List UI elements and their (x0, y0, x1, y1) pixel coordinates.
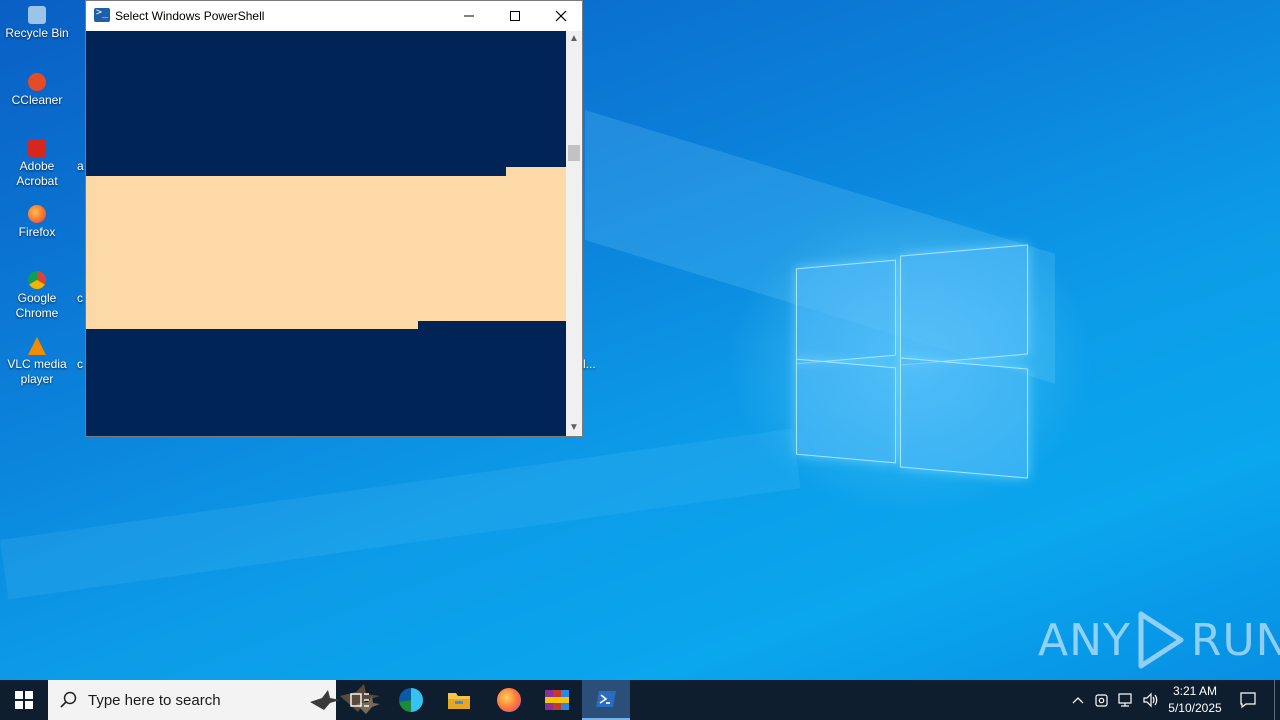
desktop-icon-label-partial: c (77, 357, 83, 371)
desktop-icon-label-partial: a (77, 159, 84, 173)
folder-icon (448, 693, 470, 709)
desktop-icon-label: Adobe Acrobat (16, 159, 58, 188)
logo-pane (796, 259, 896, 365)
taskbar-search-box[interactable]: Type here to search (48, 680, 380, 720)
desktop-icon-label: Recycle Bin (5, 26, 69, 40)
console-area[interactable] (86, 31, 566, 436)
volume-icon (1143, 692, 1158, 708)
tray-meet-now-button[interactable] (1092, 680, 1112, 720)
winrar-icon (545, 690, 569, 710)
edge-icon (399, 688, 423, 712)
tray-volume-button[interactable] (1140, 680, 1162, 720)
taskbar-app-winrar[interactable] (533, 680, 581, 720)
taskbar-app-firefox[interactable] (485, 680, 533, 720)
desktop-icon-label-partial: c (77, 291, 83, 305)
show-hidden-icons-button[interactable] (1068, 680, 1088, 720)
network-icon (1118, 693, 1132, 707)
clock-time: 3:21 AM (1172, 684, 1218, 698)
search-placeholder: Type here to search (88, 692, 221, 709)
logo-pane (900, 244, 1028, 366)
ccleaner-icon (28, 73, 46, 91)
action-center-button[interactable] (1234, 680, 1262, 720)
logo-pane (796, 358, 896, 464)
taskbar-clock[interactable]: 3:21 AM 5/10/2025 (1164, 683, 1226, 717)
powershell-icon (596, 691, 616, 707)
scroll-up-arrow-icon[interactable]: ▲ (566, 31, 582, 47)
light-beam (0, 428, 801, 600)
close-button[interactable] (538, 1, 584, 31)
taskbar-app-file-explorer[interactable] (435, 680, 483, 720)
chevron-up-icon (1072, 697, 1084, 704)
play-logo-icon (1138, 611, 1184, 669)
scrollbar-thumb[interactable] (568, 145, 580, 161)
windows-start-icon (15, 691, 33, 709)
selection-highlight (86, 176, 566, 321)
search-icon (60, 691, 77, 708)
desktop-icon-google-chrome[interactable]: Google Chrome (0, 271, 74, 321)
notification-icon (1240, 692, 1256, 709)
start-button[interactable] (0, 680, 48, 720)
task-view-button[interactable] (336, 680, 384, 720)
desktop-icon-recycle-bin[interactable]: Recycle Bin (0, 6, 74, 41)
maximize-icon (510, 11, 520, 21)
desktop-icon-label: Google Chrome (15, 291, 59, 320)
firefox-icon (497, 688, 521, 712)
watermark-text-left: ANY (1038, 614, 1131, 666)
windows-logo (796, 242, 1028, 479)
close-icon (555, 10, 567, 22)
minimize-button[interactable] (446, 1, 492, 31)
meet-now-icon (1095, 694, 1108, 707)
vertical-scrollbar[interactable]: ▲ ▼ (566, 31, 582, 436)
taskbar-app-edge[interactable] (387, 680, 435, 720)
window-title: Select Windows PowerShell (115, 9, 265, 23)
maximize-button[interactable] (492, 1, 538, 31)
minimize-icon (464, 15, 474, 17)
recycle-bin-icon (28, 6, 46, 24)
task-view-icon (350, 693, 369, 707)
tray-network-button[interactable] (1116, 680, 1136, 720)
scroll-down-arrow-icon[interactable]: ▼ (566, 420, 582, 436)
window-titlebar[interactable]: Select Windows PowerShell (86, 1, 582, 31)
powershell-window[interactable]: Select Windows PowerShell ▲ ▼ (85, 0, 583, 437)
desktop-icon-label: Firefox (18, 225, 56, 239)
desktop-icon-label: VLC media player (7, 357, 67, 386)
desktop-icon-label: CCleaner (11, 93, 63, 107)
powershell-icon (94, 7, 110, 22)
show-desktop-divider[interactable] (1274, 680, 1275, 720)
adobe-acrobat-icon (28, 139, 46, 157)
vlc-icon (28, 337, 46, 355)
taskbar-app-powershell[interactable] (582, 680, 630, 720)
taskbar: Type here to search 3:21 AM 5/10/2025 (0, 680, 1280, 720)
anyrun-watermark: ANY RUN (1038, 610, 1280, 670)
watermark-text-right: RUN (1190, 614, 1280, 666)
google-chrome-icon (28, 271, 46, 289)
logo-pane (900, 357, 1028, 479)
desktop-icon-ccleaner[interactable]: CCleaner (0, 73, 74, 108)
desktop-icon-firefox[interactable]: Firefox (0, 205, 74, 240)
desktop-icon-adobe-acrobat[interactable]: Adobe Acrobat (0, 139, 74, 189)
clock-date: 5/10/2025 (1168, 701, 1222, 715)
desktop-icon-label-partial: l... (583, 357, 596, 371)
desktop-icon-vlc[interactable]: VLC media player (0, 337, 74, 387)
selection-highlight (86, 319, 418, 329)
firefox-icon (28, 205, 46, 223)
